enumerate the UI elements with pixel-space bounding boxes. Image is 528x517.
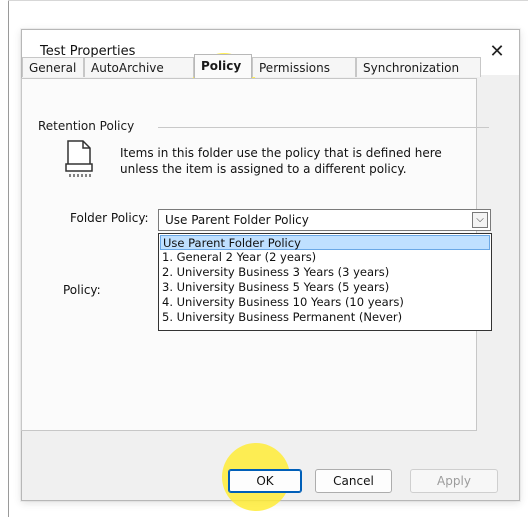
window-edge-left xyxy=(8,0,9,517)
option-general-2-year[interactable]: 1. General 2 Year (2 years) xyxy=(160,250,490,265)
option-use-parent[interactable]: Use Parent Folder Policy xyxy=(160,235,490,250)
tab-general[interactable]: General xyxy=(22,57,84,77)
folder-policy-label: Folder Policy: xyxy=(70,211,149,225)
folder-policy-value: Use Parent Folder Policy xyxy=(165,213,309,227)
apply-button[interactable]: Apply xyxy=(410,469,498,493)
tab-policy[interactable]: Policy xyxy=(194,54,252,78)
tab-autoarchive[interactable]: AutoArchive xyxy=(84,57,194,77)
close-icon[interactable]: ✕ xyxy=(485,40,509,64)
ok-button[interactable]: OK xyxy=(228,469,302,493)
cancel-button[interactable]: Cancel xyxy=(315,469,392,493)
window-edge-top xyxy=(8,0,528,1)
option-business-3-years[interactable]: 2. University Business 3 Years (3 years) xyxy=(160,265,490,280)
group-divider xyxy=(158,127,489,128)
tab-permissions[interactable]: Permissions xyxy=(252,57,356,77)
option-business-5-years[interactable]: 3. University Business 5 Years (5 years) xyxy=(160,280,490,295)
option-business-permanent[interactable]: 5. University Business Permanent (Never) xyxy=(160,310,490,325)
document-printer-icon xyxy=(65,140,93,177)
tab-synchronization[interactable]: Synchronization xyxy=(356,57,481,77)
retention-info-text: Items in this folder use the policy that… xyxy=(120,146,442,176)
policy-label: Policy: xyxy=(63,283,101,297)
folder-policy-dropdown[interactable]: Use Parent Folder Policy ⌵ xyxy=(158,209,491,231)
policy-options-list[interactable]: Use Parent Folder Policy 1. General 2 Ye… xyxy=(158,233,492,331)
option-business-10-years[interactable]: 4. University Business 10 Years (10 year… xyxy=(160,295,490,310)
retention-policy-label: Retention Policy xyxy=(38,119,140,133)
chevron-down-icon[interactable]: ⌵ xyxy=(472,212,488,228)
